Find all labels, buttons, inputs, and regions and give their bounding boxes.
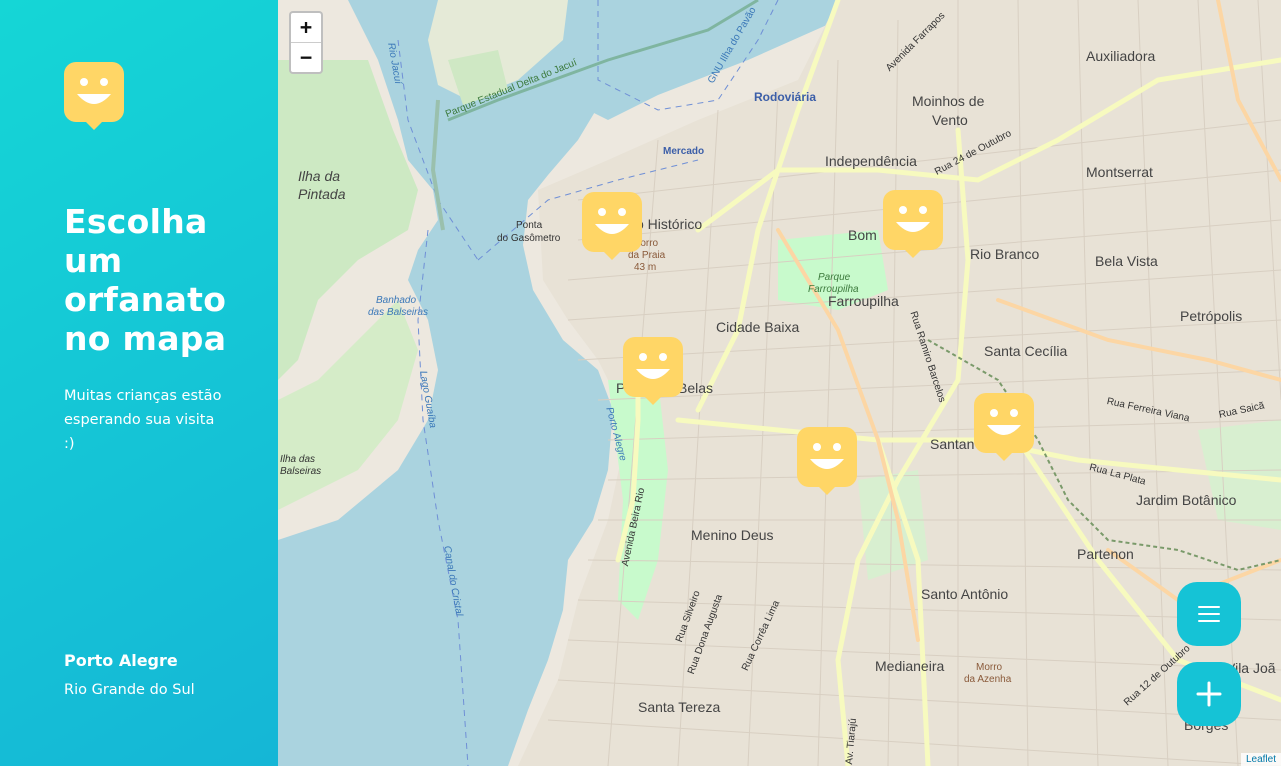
map-label-montserrat: Montserrat [1086, 164, 1153, 180]
location-city: Porto Alegre [64, 651, 178, 670]
map-attribution-link[interactable]: Leaflet [1240, 753, 1281, 766]
map[interactable]: Rodoviária Mercado Auxiliadora Moinhos d… [278, 0, 1281, 766]
map-label-ilha-pintada-1: Ilha da [298, 168, 341, 184]
plus-icon [1196, 681, 1222, 707]
location: Porto Alegre Rio Grande do Sul [64, 648, 195, 706]
map-label-vento: Vento [932, 112, 968, 128]
orphanage-marker-smiley-pin-icon[interactable] [974, 393, 1034, 463]
zoom-control: + − [289, 11, 323, 74]
map-label-ilha-balseiras-1: Ilha das [280, 454, 316, 465]
map-label-morro-azenha-1: Morro [976, 662, 1003, 673]
map-label-ponta-1: Ponta [516, 220, 543, 231]
map-label-parque-farroupilha-1: Parque [818, 272, 851, 283]
orphanage-marker-smiley-pin-icon[interactable] [883, 190, 943, 260]
menu-button[interactable] [1177, 582, 1241, 646]
map-label-santa-cecilia: Santa Cecília [984, 343, 1068, 359]
zoom-in-button[interactable]: + [291, 13, 321, 43]
map-label-ponta-2: do Gasômetro [497, 233, 561, 244]
map-label-morro-azenha-2: da Azenha [964, 674, 1012, 685]
map-label-bom: Bom [848, 227, 877, 243]
map-label-ilha-balseiras-2: Balseiras [280, 466, 322, 477]
map-label-auxiliadora: Auxiliadora [1086, 48, 1156, 64]
orphanage-marker-smiley-pin-icon[interactable] [623, 337, 683, 407]
add-orphanage-button[interactable] [1177, 662, 1241, 726]
map-label-santo-antonio: Santo Antônio [921, 586, 1009, 602]
map-label-rio-branco: Rio Branco [970, 246, 1040, 262]
map-label-santana: Santan [930, 436, 975, 452]
map-label-partenon: Partenon [1077, 546, 1134, 562]
map-label-menino-deus: Menino Deus [691, 527, 774, 543]
location-state: Rio Grande do Sul [64, 682, 195, 698]
map-label-independencia: Independência [825, 153, 917, 169]
map-label-jardim-botanico: Jardim Botânico [1136, 492, 1237, 508]
map-label-ilha-pintada-2: Pintada [298, 186, 346, 202]
map-label-petropolis: Petrópolis [1180, 308, 1243, 324]
map-label-banhado-2: das Balseiras [368, 307, 429, 318]
map-label-bela-vista: Bela Vista [1095, 253, 1158, 269]
page-title: Escolha um orfanato no mapa [64, 202, 227, 358]
map-label-santa-tereza: Santa Tereza [638, 699, 721, 715]
map-label-cidade-baixa: Cidade Baixa [716, 319, 800, 335]
sidebar: Escolha um orfanato no mapa Muitas crian… [0, 0, 278, 766]
map-label-rodoviaria: Rodoviária [754, 90, 817, 104]
map-label-mercado: Mercado [663, 146, 705, 157]
page-subtitle: Muitas crianças estão esperando sua visi… [64, 388, 222, 452]
map-label-moinhos: Moinhos de [912, 93, 985, 109]
map-label-belas: Belas [678, 380, 714, 396]
map-label-farroupilha: Farroupilha [828, 293, 899, 309]
orphanage-marker-smiley-pin-icon[interactable] [797, 427, 857, 497]
logo-smiley-pin-icon [64, 62, 124, 130]
map-label-banhado-1: Banhado [376, 295, 417, 306]
menu-icon [1198, 606, 1220, 622]
orphanage-marker-smiley-pin-icon[interactable] [582, 192, 642, 262]
map-label-historico: o Histórico [636, 216, 703, 232]
map-label-morro-praia-3: 43 m [634, 262, 657, 273]
zoom-out-button[interactable]: − [291, 43, 321, 72]
map-label-medianeira: Medianeira [875, 658, 945, 674]
